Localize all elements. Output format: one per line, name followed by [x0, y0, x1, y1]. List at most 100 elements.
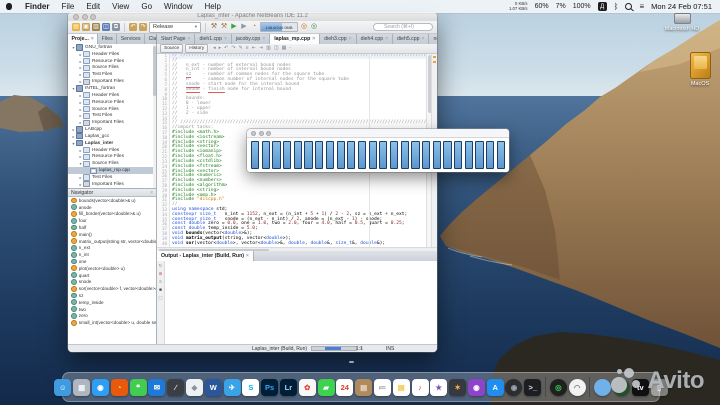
close-icon[interactable]: × — [91, 36, 94, 42]
plot-window-titlebar[interactable] — [247, 129, 509, 138]
dock-finder-icon[interactable]: ☺ — [54, 378, 72, 396]
tree-node-intel-fortran[interactable]: ▾ INTEL_fortran — [68, 85, 156, 92]
navigator-item-main[interactable]: main() — [68, 231, 156, 238]
editor-tool-icon-11[interactable]: ◦ — [289, 45, 291, 52]
dock-star-app-icon[interactable]: ★ — [430, 378, 448, 396]
tree-node-source-files[interactable]: ▸ Source Files — [68, 105, 156, 113]
tree-node-important-files[interactable]: ▸ Important Files — [68, 119, 156, 126]
dock-music-icon[interactable]: ♪ — [411, 378, 429, 396]
bluetooth-icon[interactable]: ᛒ — [614, 2, 619, 11]
close-icon[interactable]: × — [188, 36, 191, 42]
undo-icon[interactable]: ↶ — [129, 23, 137, 31]
dock-terminal-icon[interactable]: >_ — [524, 378, 542, 396]
cpu-percentage[interactable]: 7% — [556, 3, 566, 10]
tree-node-labcpp[interactable]: ▸ LABcpp — [68, 126, 156, 133]
navigator-item-quart[interactable]: quart — [68, 272, 156, 279]
tree-node-resource-files[interactable]: ▸ Resource Files — [68, 153, 156, 161]
menu-help[interactable]: Help — [198, 2, 226, 11]
navigator-item-one[interactable]: one — [68, 258, 156, 265]
panel-tab-files[interactable]: Files — [98, 34, 118, 44]
stop-icon[interactable]: ⊘ — [159, 271, 163, 276]
settings-icon[interactable]: ▢ — [158, 295, 162, 300]
dock-green-disc-app-icon[interactable]: ◎ — [549, 378, 567, 396]
dock-messages-icon[interactable]: ❝ — [129, 378, 147, 396]
tree-node-laplas-inter[interactable]: ▾ Laplas_inter — [68, 140, 156, 147]
dock-mail-icon[interactable]: ✉ — [148, 378, 166, 396]
editor-tool-icon-3[interactable]: ↷ — [231, 45, 235, 52]
input-source-icon[interactable]: Д — [597, 2, 607, 11]
editor-tool-icon-5[interactable]: ≡ — [246, 45, 249, 52]
dock-dark-circle-app-icon[interactable]: ◉ — [505, 378, 523, 396]
dock-blue-sphere-icon[interactable] — [594, 378, 612, 396]
editor-tool-icon-0[interactable]: ◂ — [213, 45, 216, 52]
warning-mark[interactable] — [433, 56, 436, 58]
rerun-icon[interactable]: ↻ — [159, 263, 163, 268]
clear-icon[interactable]: ■ — [159, 287, 162, 292]
panel-tab-classes[interactable]: Classes — [145, 34, 156, 44]
tree-node-laplas-mp-cpp[interactable]: laplas_mp.cpp — [68, 167, 156, 175]
close-icon[interactable]: × — [422, 36, 425, 42]
navigator-item-matrix-output[interactable]: matrix_output(string str, vector<double>… — [68, 238, 156, 245]
desktop-icon-macintosh-hd[interactable]: Macintosh HD — [660, 13, 704, 32]
editor-tool-icon-8[interactable]: ▥ — [266, 45, 271, 52]
navigator-item-bounds[interactable]: bounds(vector<double>& u) — [68, 197, 156, 204]
navigator-item-two[interactable]: two — [68, 306, 156, 313]
apple-menu-icon[interactable] — [6, 3, 12, 10]
navigator-header[interactable]: Navigator × — [68, 188, 156, 197]
dock-utility-dark-icon[interactable]: ∕ — [167, 378, 185, 396]
dock-podcasts-icon[interactable]: ◉ — [467, 378, 485, 396]
search-input[interactable] — [373, 23, 433, 31]
redo-icon[interactable]: ↷ — [139, 23, 147, 31]
editor-tool-icon-1[interactable]: ▸ — [219, 45, 222, 52]
navigator-item-sz[interactable]: sz — [68, 292, 156, 299]
close-icon[interactable]: × — [246, 253, 249, 259]
menu-window[interactable]: Window — [158, 2, 198, 11]
close-icon[interactable]: × — [150, 190, 153, 196]
close-window-button[interactable] — [251, 130, 256, 136]
close-icon[interactable]: × — [224, 36, 227, 42]
desktop-icon-macos-drive[interactable]: MacOS — [678, 52, 720, 87]
control-center-icon[interactable]: ≡ — [639, 2, 644, 11]
copy-icon[interactable]: ⧉ — [112, 23, 120, 31]
dock-calendar-icon[interactable]: 24 — [336, 378, 354, 396]
output-tab[interactable]: Output - Laplas_inter (Build, Run) × — [157, 251, 254, 261]
new-file-icon[interactable]: ▤ — [72, 23, 80, 31]
config-select[interactable]: Release ▾ — [149, 21, 201, 33]
dock-appstore-icon[interactable]: A — [486, 378, 504, 396]
navigator-item-half[interactable]: half — [68, 224, 156, 231]
spotlight-icon[interactable] — [625, 3, 633, 10]
navigator-item-snode[interactable]: snode — [68, 279, 156, 286]
editor-tool-icon-7[interactable]: ⇥ — [259, 45, 263, 52]
dock-photos-icon[interactable]: ✿ — [298, 378, 316, 396]
debug-icon[interactable]: ▶ — [240, 23, 248, 31]
navigator-item-n-int[interactable]: n_int — [68, 251, 156, 258]
menu-clock[interactable]: Mon 24 Feb 07:51 — [651, 2, 712, 11]
editor-tab-dieh1cpp[interactable]: dieh1.cpp × — [195, 34, 232, 44]
gc-icon[interactable]: ◎ — [300, 23, 308, 31]
tree-node-header-files[interactable]: ▸ Header Files — [68, 51, 156, 58]
tree-node-resource-files[interactable]: ▸ Resource Files — [68, 99, 156, 106]
menu-file[interactable]: File — [55, 2, 80, 11]
tree-node-header-files[interactable]: ▸ Header Files — [68, 92, 156, 99]
network-speed-indicator[interactable]: 0 KB/s 1.07 KB/s — [509, 1, 528, 11]
panel-tab-proje[interactable]: Proje... × — [68, 34, 99, 44]
editor-tab-dieh4cpp[interactable]: dieh4.cpp × — [357, 34, 394, 44]
projects-scrollbar[interactable] — [153, 44, 156, 188]
source-view-button[interactable]: Source — [160, 44, 184, 53]
panel-tab-services[interactable]: Services — [117, 34, 146, 44]
heap-dump-icon[interactable]: ◎ — [310, 23, 318, 31]
navigator-item-small-int[interactable]: small_int(vector<double> u, double small… — [68, 319, 156, 326]
dock-photobooth-icon[interactable]: ✶ — [449, 378, 467, 396]
navigator-item-zero[interactable]: zero — [68, 313, 156, 320]
editor-tab-dieh5cpp[interactable]: dieh5.cpp × — [393, 34, 430, 44]
tree-node-test-files[interactable]: ▸ Test Files — [68, 174, 156, 181]
dock-launchpad-icon[interactable]: ▦ — [73, 378, 91, 396]
scrollbar-thumb[interactable] — [153, 46, 156, 96]
menu-edit[interactable]: Edit — [80, 2, 106, 11]
dock-books-icon[interactable]: ▤ — [355, 378, 373, 396]
options-icon[interactable]: ≡ — [159, 279, 162, 284]
editor-tool-icon-6[interactable]: ⇤ — [252, 45, 256, 52]
tree-node-important-files[interactable]: ▸ Important Files — [68, 78, 156, 85]
dock-shield-app-icon[interactable]: ◆ — [185, 378, 203, 396]
menu-go[interactable]: Go — [135, 2, 158, 11]
